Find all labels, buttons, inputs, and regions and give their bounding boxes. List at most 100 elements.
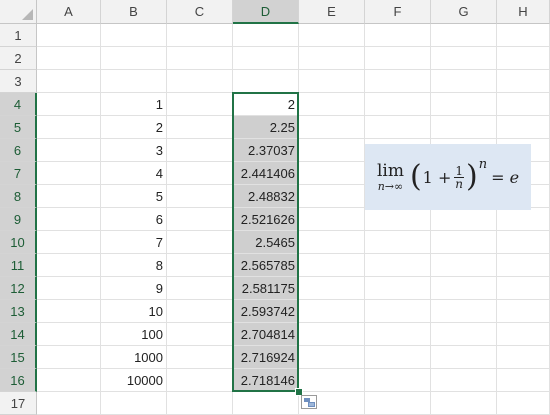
cell-b1[interactable] <box>101 24 167 47</box>
cell-d8[interactable]: 2.48832 <box>233 185 299 208</box>
cell-f16[interactable] <box>365 369 431 392</box>
cell-a10[interactable] <box>37 231 101 254</box>
cell-a7[interactable] <box>37 162 101 185</box>
cell-e14[interactable] <box>299 323 365 346</box>
cell-e5[interactable] <box>299 116 365 139</box>
row-header-11[interactable]: 11 <box>0 254 37 277</box>
cell-d5[interactable]: 2.25 <box>233 116 299 139</box>
cell-h1[interactable] <box>497 24 550 47</box>
row-header-6[interactable]: 6 <box>0 139 37 162</box>
cell-h2[interactable] <box>497 47 550 70</box>
cell-e13[interactable] <box>299 300 365 323</box>
cell-a2[interactable] <box>37 47 101 70</box>
row-header-5[interactable]: 5 <box>0 116 37 139</box>
cell-d9[interactable]: 2.521626 <box>233 208 299 231</box>
cell-a9[interactable] <box>37 208 101 231</box>
cell-h14[interactable] <box>497 323 550 346</box>
cell-e12[interactable] <box>299 277 365 300</box>
column-header-f[interactable]: F <box>365 0 431 24</box>
cell-g14[interactable] <box>431 323 497 346</box>
select-all-icon[interactable] <box>22 9 33 20</box>
cell-c14[interactable] <box>167 323 233 346</box>
cell-h17[interactable] <box>497 392 550 415</box>
row-header-13[interactable]: 13 <box>0 300 37 323</box>
cell-g17[interactable] <box>431 392 497 415</box>
row-header-4[interactable]: 4 <box>0 93 37 116</box>
cell-h16[interactable] <box>497 369 550 392</box>
cell-a15[interactable] <box>37 346 101 369</box>
cell-h12[interactable] <box>497 277 550 300</box>
column-header-h[interactable]: H <box>497 0 550 24</box>
cell-h3[interactable] <box>497 70 550 93</box>
cell-e16[interactable] <box>299 369 365 392</box>
cell-b15[interactable]: 1000 <box>101 346 167 369</box>
column-header-b[interactable]: B <box>101 0 167 24</box>
cell-c11[interactable] <box>167 254 233 277</box>
cell-c8[interactable] <box>167 185 233 208</box>
cell-a6[interactable] <box>37 139 101 162</box>
cell-a12[interactable] <box>37 277 101 300</box>
cell-a13[interactable] <box>37 300 101 323</box>
row-header-10[interactable]: 10 <box>0 231 37 254</box>
cell-c17[interactable] <box>167 392 233 415</box>
cell-c2[interactable] <box>167 47 233 70</box>
cell-f9[interactable] <box>365 208 431 231</box>
cell-b6[interactable]: 3 <box>101 139 167 162</box>
cell-c12[interactable] <box>167 277 233 300</box>
cell-f4[interactable] <box>365 93 431 116</box>
cell-f3[interactable] <box>365 70 431 93</box>
cell-b4[interactable]: 1 <box>101 93 167 116</box>
cell-d7[interactable]: 2.441406 <box>233 162 299 185</box>
cell-e7[interactable] <box>299 162 365 185</box>
cell-b14[interactable]: 100 <box>101 323 167 346</box>
row-header-7[interactable]: 7 <box>0 162 37 185</box>
cell-g10[interactable] <box>431 231 497 254</box>
cell-c10[interactable] <box>167 231 233 254</box>
cell-b10[interactable]: 7 <box>101 231 167 254</box>
cell-e11[interactable] <box>299 254 365 277</box>
cell-c1[interactable] <box>167 24 233 47</box>
quick-analysis-icon[interactable] <box>301 395 317 409</box>
cell-e8[interactable] <box>299 185 365 208</box>
cell-b5[interactable]: 2 <box>101 116 167 139</box>
cell-f17[interactable] <box>365 392 431 415</box>
cell-h9[interactable] <box>497 208 550 231</box>
select-all-corner[interactable] <box>0 0 37 24</box>
row-header-2[interactable]: 2 <box>0 47 37 70</box>
cell-a1[interactable] <box>37 24 101 47</box>
cell-e3[interactable] <box>299 70 365 93</box>
row-header-17[interactable]: 17 <box>0 392 37 415</box>
cell-c3[interactable] <box>167 70 233 93</box>
column-header-a[interactable]: A <box>37 0 101 24</box>
cell-e10[interactable] <box>299 231 365 254</box>
cell-b16[interactable]: 10000 <box>101 369 167 392</box>
cell-e1[interactable] <box>299 24 365 47</box>
cell-b13[interactable]: 10 <box>101 300 167 323</box>
cell-h10[interactable] <box>497 231 550 254</box>
row-header-1[interactable]: 1 <box>0 24 37 47</box>
cell-d10[interactable]: 2.5465 <box>233 231 299 254</box>
cell-g12[interactable] <box>431 277 497 300</box>
column-header-e[interactable]: E <box>299 0 365 24</box>
row-header-8[interactable]: 8 <box>0 185 37 208</box>
cell-d13[interactable]: 2.593742 <box>233 300 299 323</box>
cell-g5[interactable] <box>431 116 497 139</box>
cell-a8[interactable] <box>37 185 101 208</box>
cell-d1[interactable] <box>233 24 299 47</box>
cell-h4[interactable] <box>497 93 550 116</box>
cell-a17[interactable] <box>37 392 101 415</box>
cell-g9[interactable] <box>431 208 497 231</box>
cell-f13[interactable] <box>365 300 431 323</box>
cell-a3[interactable] <box>37 70 101 93</box>
cell-d15[interactable]: 2.716924 <box>233 346 299 369</box>
cell-g16[interactable] <box>431 369 497 392</box>
cell-b11[interactable]: 8 <box>101 254 167 277</box>
cell-g13[interactable] <box>431 300 497 323</box>
row-header-9[interactable]: 9 <box>0 208 37 231</box>
cell-c4[interactable] <box>167 93 233 116</box>
cell-b7[interactable]: 4 <box>101 162 167 185</box>
cell-d16[interactable]: 2.718146 <box>233 369 299 392</box>
cell-c6[interactable] <box>167 139 233 162</box>
cell-g2[interactable] <box>431 47 497 70</box>
cell-d2[interactable] <box>233 47 299 70</box>
